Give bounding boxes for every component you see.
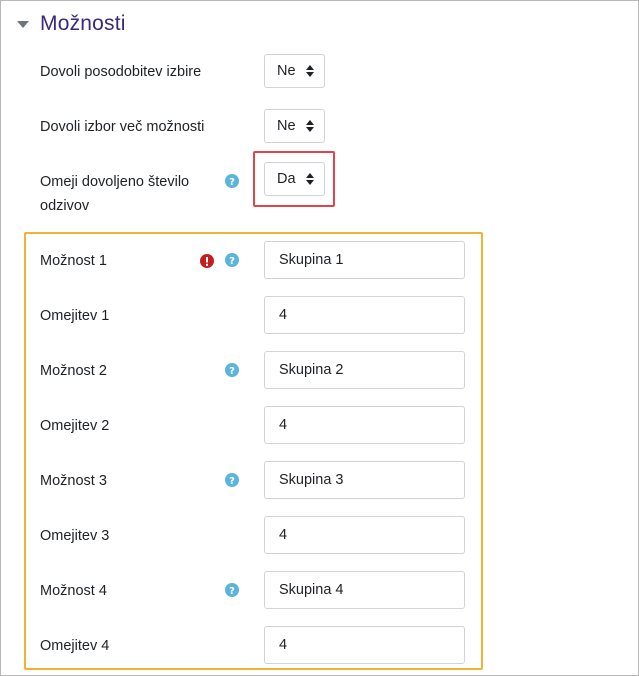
setting-row-allow-update: Dovoli posodobitev izbire Ne	[40, 54, 480, 88]
limit-row-2: Omejitev 2 4	[40, 406, 480, 444]
limit-row-4: Omejitev 4 4	[40, 626, 480, 664]
svg-text:?: ?	[229, 476, 235, 487]
svg-text:?: ?	[229, 256, 235, 267]
question-circle-icon[interactable]: ?	[225, 583, 239, 597]
limit-label: Omejitev 4	[40, 638, 110, 654]
option-label: Možnost 2	[40, 363, 107, 379]
svg-text:?: ?	[229, 586, 235, 597]
limit-row-3: Omejitev 3 4	[40, 516, 480, 554]
limit-1-input[interactable]: 4	[264, 296, 465, 334]
option-label: Možnost 4	[40, 583, 107, 599]
allow-multiple-select[interactable]: Ne	[264, 109, 325, 143]
section-title: Možnosti	[40, 12, 126, 35]
option-4-input[interactable]: Skupina 4	[264, 571, 465, 609]
limit-label: Omejitev 2	[40, 418, 110, 434]
option-row-4: Možnost 4 ? Skupina 4	[40, 571, 480, 609]
setting-label: Dovoli izbor več možnosti	[40, 119, 205, 135]
limit-3-input[interactable]: 4	[264, 516, 465, 554]
option-row-2: Možnost 2 ? Skupina 2	[40, 351, 480, 389]
limit-2-input[interactable]: 4	[264, 406, 465, 444]
exclamation-circle-icon	[200, 254, 214, 268]
limit-label: Omejitev 3	[40, 528, 110, 544]
setting-label-line2: odzivov	[40, 198, 90, 214]
limit-row-1: Omejitev 1 4	[40, 296, 480, 334]
select-value: Ne	[277, 63, 296, 79]
option-1-input[interactable]: Skupina 1	[264, 241, 465, 279]
question-circle-icon[interactable]: ?	[225, 473, 239, 487]
triangle-down-icon[interactable]	[16, 17, 30, 31]
question-circle-icon[interactable]: ?	[225, 253, 239, 267]
option-row-3: Možnost 3 ? Skupina 3	[40, 461, 480, 499]
option-2-input[interactable]: Skupina 2	[264, 351, 465, 389]
option-label: Možnost 1	[40, 253, 107, 269]
option-row-1: Možnost 1 ? Skupina 1	[40, 241, 480, 279]
section-header[interactable]: Možnosti	[16, 12, 126, 36]
svg-text:?: ?	[229, 177, 235, 188]
setting-row-allow-multiple: Dovoli izbor več možnosti Ne	[40, 109, 480, 143]
option-3-input[interactable]: Skupina 3	[264, 461, 465, 499]
setting-label: Dovoli posodobitev izbire	[40, 64, 202, 80]
svg-text:?: ?	[229, 366, 235, 377]
select-caret-icon	[306, 65, 314, 77]
question-circle-icon[interactable]: ?	[225, 174, 239, 188]
highlight-box-limit-select	[253, 151, 335, 207]
select-caret-icon	[306, 120, 314, 132]
limit-4-input[interactable]: 4	[264, 626, 465, 664]
select-value: Ne	[277, 118, 296, 134]
limit-label: Omejitev 1	[40, 308, 110, 324]
allow-update-select[interactable]: Ne	[264, 54, 325, 88]
setting-label-line1: Omeji dovoljeno število	[40, 174, 190, 190]
option-label: Možnost 3	[40, 473, 107, 489]
question-circle-icon[interactable]: ?	[225, 363, 239, 377]
